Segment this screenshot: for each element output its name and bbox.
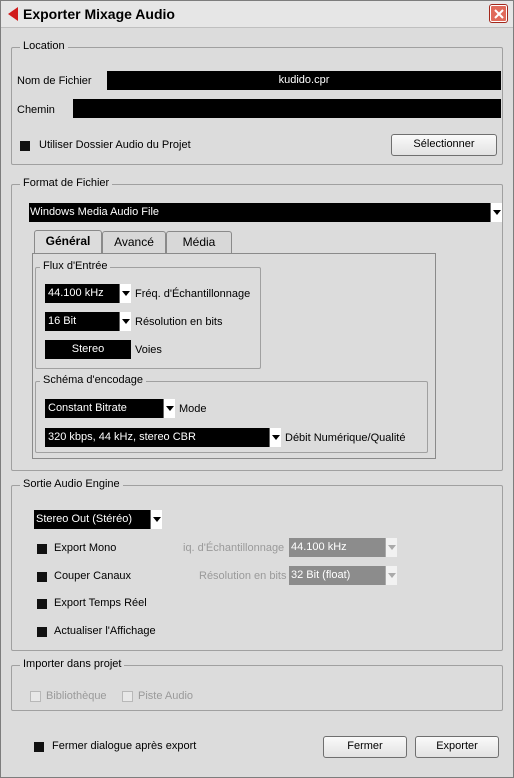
engine-bit-depth-value: 32 Bit (float): [291, 569, 351, 581]
file-format-legend: Format de Fichier: [20, 177, 113, 189]
pool-label: Bibliothèque: [46, 690, 107, 702]
chevron-down-icon: [150, 510, 162, 529]
output-dropdown[interactable]: Stereo Out (Stéréo): [34, 510, 162, 529]
mode-dropdown[interactable]: Constant Bitrate: [45, 399, 175, 418]
sample-rate-value: 44.100 kHz: [48, 287, 104, 299]
chevron-down-icon: [119, 284, 131, 303]
tab-advanced[interactable]: Avancé: [102, 231, 166, 253]
channels-label: Voies: [135, 344, 162, 356]
location-legend: Location: [20, 40, 68, 52]
chevron-down-icon: [119, 312, 131, 331]
filename-label: Nom de Fichier: [17, 75, 92, 87]
chevron-down-icon: [163, 399, 175, 418]
mode-value: Constant Bitrate: [48, 402, 127, 414]
file-type-value: Windows Media Audio File: [30, 206, 160, 218]
bit-depth-label: Résolution en bits: [135, 316, 223, 328]
select-folder-button[interactable]: Sélectionner: [391, 134, 497, 156]
title-bar: Exporter Mixage Audio: [1, 1, 513, 28]
tab-media[interactable]: Média: [166, 231, 232, 253]
split-channels-checkbox[interactable]: [37, 572, 47, 582]
bit-depth-dropdown[interactable]: 16 Bit: [45, 312, 131, 331]
cubase-logo-icon: [8, 7, 18, 21]
export-dialog: Exporter Mixage Audio Location Nom de Fi…: [0, 0, 514, 778]
mode-label: Mode: [179, 403, 207, 415]
import-legend: Importer dans projet: [20, 658, 125, 670]
close-after-export-checkbox[interactable]: [34, 742, 44, 752]
close-button[interactable]: Fermer: [323, 736, 407, 758]
export-button[interactable]: Exporter: [415, 736, 499, 758]
filename-field[interactable]: kudido.cpr: [107, 71, 501, 90]
refresh-display-checkbox[interactable]: [37, 627, 47, 637]
chevron-down-icon: [269, 428, 281, 447]
close-window-button[interactable]: [490, 5, 507, 22]
export-mono-label: Export Mono: [54, 542, 117, 554]
split-channels-label: Couper Canaux: [54, 570, 132, 582]
realtime-export-checkbox[interactable]: [37, 599, 47, 609]
engine-bit-depth-dropdown[interactable]: 32 Bit (float): [289, 566, 397, 585]
bitrate-label: Débit Numérique/Qualité: [285, 432, 406, 444]
audio-track-label: Piste Audio: [138, 690, 194, 702]
sample-rate-label: Fréq. d'Échantillonnage: [135, 288, 251, 300]
engine-bit-depth-label: Résolution en bits: [199, 570, 287, 582]
path-field[interactable]: [73, 99, 501, 118]
engine-sample-rate-value: 44.100 kHz: [291, 541, 347, 553]
close-after-export-label: Fermer dialogue après export: [52, 740, 197, 752]
file-type-dropdown[interactable]: Windows Media Audio File: [29, 203, 502, 222]
sample-rate-dropdown[interactable]: 44.100 kHz: [45, 284, 131, 303]
audio-engine-legend: Sortie Audio Engine: [20, 478, 123, 490]
chevron-down-icon: [385, 566, 397, 585]
refresh-display-label: Actualiser l'Affichage: [54, 625, 156, 637]
use-project-folder-checkbox[interactable]: [20, 141, 30, 151]
pool-checkbox[interactable]: [30, 691, 41, 702]
chevron-down-icon: [385, 538, 397, 557]
output-value: Stereo Out (Stéréo): [36, 513, 132, 525]
audio-track-checkbox[interactable]: [122, 691, 133, 702]
bit-depth-value: 16 Bit: [48, 315, 77, 327]
input-stream-legend: Flux d'Entrée: [40, 260, 111, 272]
bitrate-dropdown[interactable]: 320 kbps, 44 kHz, stereo CBR: [45, 428, 281, 447]
bitrate-value: 320 kbps, 44 kHz, stereo CBR: [48, 431, 196, 443]
realtime-export-label: Export Temps Réel: [54, 597, 147, 609]
window-title: Exporter Mixage Audio: [23, 6, 175, 22]
tab-general[interactable]: Général: [34, 230, 102, 254]
encoding-legend: Schéma d'encodage: [40, 374, 146, 386]
import-group: Importer dans projet: [11, 658, 503, 711]
export-mono-checkbox[interactable]: [37, 544, 47, 554]
path-label: Chemin: [17, 104, 55, 116]
engine-sample-rate-label: iq. d'Échantillonnage: [183, 542, 285, 554]
chevron-down-icon: [490, 203, 502, 222]
channels-field[interactable]: Stereo: [45, 340, 131, 359]
use-project-folder-label: Utiliser Dossier Audio du Projet: [39, 139, 191, 151]
close-icon: [494, 9, 504, 19]
engine-sample-rate-dropdown[interactable]: 44.100 kHz: [289, 538, 397, 557]
